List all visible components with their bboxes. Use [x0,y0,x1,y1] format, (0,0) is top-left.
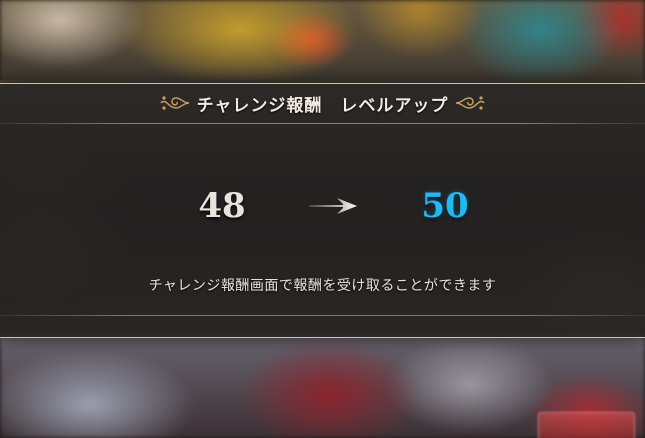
ornament-flourish-icon [159,96,189,110]
ornament-flourish-icon [456,96,486,110]
level-change-row: 48 50 [0,181,645,231]
dialog-bottom-border [0,337,645,338]
dialog-title: チャレンジ報酬 レベルアップ [196,95,449,116]
background-blurred-button [538,412,635,438]
body-divider [0,315,645,316]
level-up-dialog[interactable]: チャレンジ報酬 レベルアップ 48 50 チャレンジ報酬画面で報酬を受け取ること… [0,83,645,338]
background-artwork-top [0,0,645,90]
right-arrow-icon [309,198,357,214]
new-level-value: 50 [421,186,469,226]
title-divider [0,123,645,124]
previous-level-value: 48 [198,186,246,226]
dialog-title-bar: チャレンジ報酬 レベルアップ [0,83,645,123]
dialog-message: チャレンジ報酬画面で報酬を受け取ることができます [148,278,497,294]
